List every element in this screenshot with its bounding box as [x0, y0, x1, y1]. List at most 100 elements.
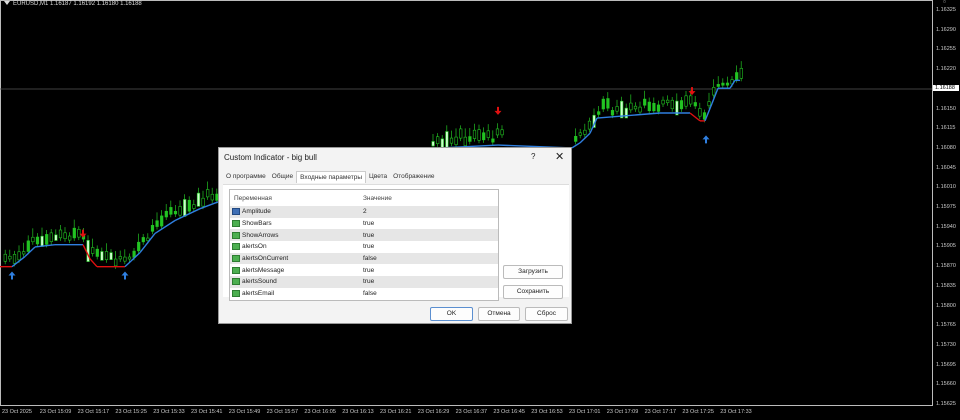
candle-body	[68, 235, 72, 241]
load-button[interactable]: Загрузить	[503, 265, 563, 279]
candle-body	[693, 102, 697, 107]
candle-body	[698, 108, 702, 117]
custom-indicator-dialog: Custom Indicator - big bull ? ✕ О програ…	[218, 147, 572, 324]
sell-arrow-icon	[494, 106, 502, 115]
boolean-type-icon	[232, 220, 240, 228]
trend-line-segment	[89, 258, 98, 268]
price-tick-label: 1.16045	[936, 164, 956, 171]
param-value[interactable]: false	[363, 290, 498, 297]
buy-arrow-icon	[8, 271, 16, 280]
trend-line-segment	[596, 112, 661, 119]
column-value[interactable]: Значение	[363, 195, 498, 202]
param-row[interactable]: Amplitude 2	[230, 206, 498, 218]
collapse-triangle-icon[interactable]	[4, 1, 10, 5]
price-tick-label: 1.16115	[936, 125, 956, 132]
param-name: ShowBars	[242, 220, 272, 228]
candle-body	[8, 255, 12, 260]
candle-body	[486, 130, 490, 138]
param-value[interactable]: true	[363, 243, 498, 250]
time-tick-label: 23 Oct 16:29	[417, 409, 450, 415]
tab-inputs[interactable]: Входные параметры	[296, 171, 367, 183]
candle-body	[684, 95, 688, 107]
candle-body	[574, 136, 578, 142]
param-value[interactable]: true	[363, 220, 498, 227]
tab-common[interactable]: Общие	[269, 171, 296, 183]
time-tick-label: 23 Oct 17:01	[569, 409, 601, 415]
time-tick-label: 23 Oct 17:25	[682, 409, 714, 415]
candle-body	[169, 207, 173, 215]
candle-body	[652, 102, 656, 112]
candle-body	[40, 235, 44, 247]
candle-body	[178, 206, 182, 216]
param-name: alertsOnCurrent	[242, 255, 289, 263]
param-row[interactable]: alertsSound true	[230, 276, 498, 288]
candle-body	[86, 240, 90, 262]
cancel-button[interactable]: Отмена	[478, 307, 520, 321]
time-tick-label: 23 Oct 17:33	[720, 409, 752, 415]
candle-body	[500, 129, 504, 136]
candle-body	[192, 204, 196, 209]
candle-body	[454, 136, 458, 146]
candle-body	[601, 98, 605, 110]
param-row[interactable]: alertsOnCurrent false	[230, 252, 498, 265]
tab-about[interactable]: О программе	[223, 171, 269, 183]
param-row[interactable]: ShowBars true	[230, 218, 498, 230]
candle-body	[491, 138, 495, 143]
dialog-tabs: О программе Общие Входные параметры Цвет…	[223, 171, 437, 183]
candle-body	[472, 129, 477, 139]
param-value[interactable]: false	[363, 255, 498, 262]
param-name: alertsOn	[242, 243, 267, 251]
boolean-type-icon	[232, 231, 240, 239]
candle-body	[656, 104, 661, 112]
candle-body	[707, 101, 711, 107]
price-tick-label: 1.15905	[936, 243, 956, 250]
param-value[interactable]: true	[363, 278, 498, 285]
param-row[interactable]: alertsEmail false	[230, 288, 498, 300]
candle-body	[109, 252, 113, 260]
candle-body	[638, 106, 642, 113]
candle-body	[95, 248, 99, 257]
candle-body	[187, 199, 191, 212]
ok-button[interactable]: OK	[430, 307, 473, 321]
time-tick-label: 23 Oct 2025	[2, 409, 32, 415]
column-variable[interactable]: Переменная	[230, 195, 363, 202]
current-price-label: 1.16188	[933, 85, 959, 91]
boolean-type-icon	[232, 278, 240, 286]
candle-body	[201, 197, 205, 207]
param-row[interactable]: alertsOn true	[230, 241, 498, 253]
price-tick-label: 1.15695	[936, 361, 956, 368]
boolean-type-icon	[232, 255, 240, 263]
candle-body	[141, 237, 145, 243]
tab-visualization[interactable]: Отображение	[390, 171, 437, 183]
param-value[interactable]: true	[363, 267, 498, 274]
param-value[interactable]: true	[363, 232, 498, 239]
param-row[interactable]: ShowArrows true	[230, 229, 498, 242]
symbol-info[interactable]: EURUSD,M1 1.16187 1.16192 1.16180 1.1618…	[4, 1, 142, 7]
candle-body	[35, 236, 40, 245]
tab-colors[interactable]: Цвета	[366, 171, 390, 183]
help-button[interactable]: ?	[531, 152, 535, 161]
candle-body	[633, 105, 638, 110]
price-tick-label: 1.16325	[936, 7, 956, 13]
price-tick-label: 1.15940	[936, 223, 956, 230]
time-tick-label: 23 Oct 15:49	[228, 409, 261, 415]
price-tick-label: 1.15765	[936, 322, 956, 329]
candle-body	[670, 99, 674, 110]
candle-body	[137, 241, 141, 252]
candle-body	[721, 82, 725, 86]
time-tick-label: 23 Oct 16:45	[493, 409, 525, 415]
close-button[interactable]: ✕	[555, 150, 564, 163]
close-chart-icon[interactable]: ▫	[943, 0, 946, 6]
price-tick-label: 1.16010	[936, 184, 956, 191]
save-button[interactable]: Сохранить	[503, 285, 563, 299]
dialog-title: Custom Indicator - big bull	[224, 153, 317, 162]
candle-body	[150, 225, 155, 232]
candle-body	[661, 99, 665, 105]
sell-arrow-icon	[79, 229, 87, 238]
param-row[interactable]: alertsMessage true	[230, 264, 498, 276]
trend-line-segment	[571, 142, 581, 149]
candle-body	[123, 256, 127, 262]
param-value[interactable]: 2	[363, 208, 498, 215]
reset-button[interactable]: Сброс	[525, 307, 568, 321]
candle-body	[210, 193, 214, 201]
